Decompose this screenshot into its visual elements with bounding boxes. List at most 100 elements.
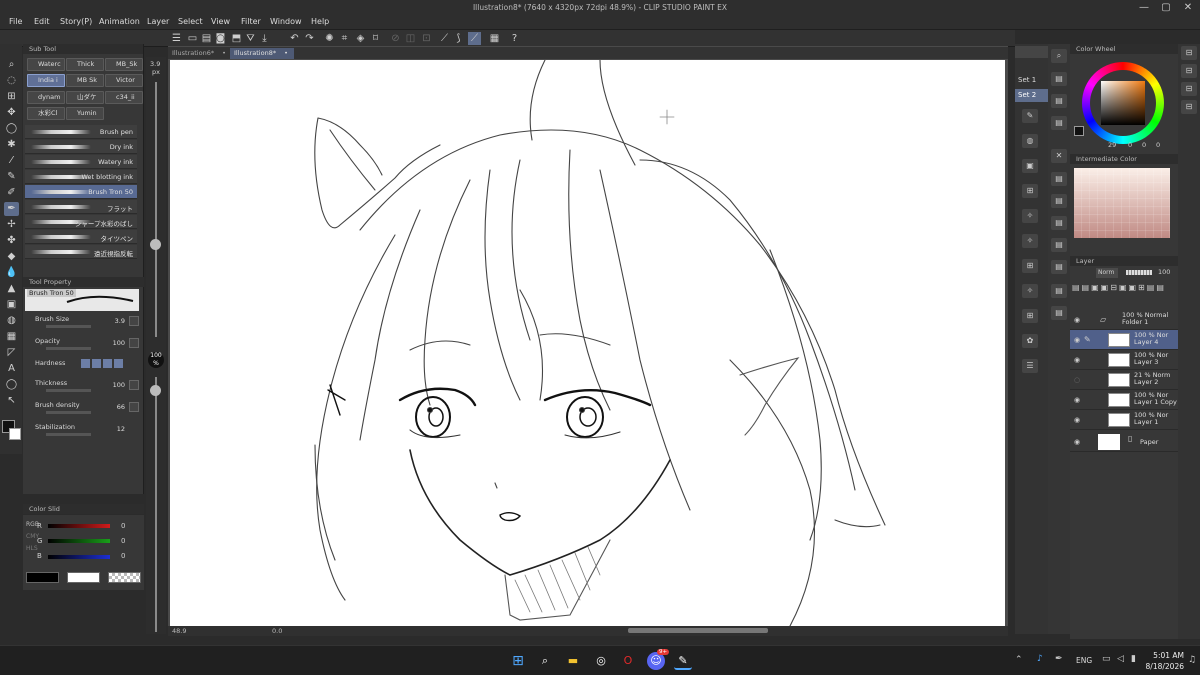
prop-slider[interactable] (46, 411, 91, 414)
subtool-chip[interactable]: 水彩Cl (27, 107, 65, 120)
panel-icon[interactable]: ▤ (1051, 260, 1067, 274)
brush-item[interactable]: Wet blotting ink (25, 170, 137, 184)
file-explorer-icon[interactable]: ▬ (564, 652, 582, 670)
frame-icon[interactable]: ▦ (4, 330, 19, 344)
pressure-icon[interactable] (129, 402, 139, 412)
search-icon[interactable]: ⌕ (1051, 49, 1067, 63)
loading-icon[interactable]: ✺ (323, 32, 336, 45)
opacity-slider-knob[interactable] (150, 385, 161, 396)
sparkle-shortcut-icon[interactable]: ✧ (1022, 209, 1038, 223)
clear-icon[interactable]: ⌗ (338, 32, 351, 45)
language-indicator[interactable]: ENG (1076, 656, 1092, 665)
hardness-step[interactable] (81, 359, 90, 368)
prop-slider[interactable] (46, 389, 91, 392)
layer-opacity-value[interactable]: 100 (1158, 268, 1170, 276)
angle-value[interactable]: 0.0 (272, 627, 282, 635)
panel-toggle-icon[interactable]: ⊟ (1181, 82, 1197, 96)
channel-value[interactable]: 0 (121, 552, 125, 560)
undo-icon[interactable]: ↶ (288, 32, 301, 45)
zoom-tool-icon[interactable]: ⌕ (4, 58, 19, 72)
snap-ruler-icon[interactable]: ⟋ (438, 32, 451, 45)
notification-bell-icon[interactable]: ♫ (1188, 655, 1196, 665)
panel-toggle-icon[interactable]: ⊟ (1181, 46, 1197, 60)
blue-slider[interactable] (48, 555, 110, 559)
menu-layer[interactable]: Layer (147, 17, 169, 26)
menu-filter[interactable]: Filter (241, 17, 261, 26)
deselect-icon[interactable]: ⊘ (389, 32, 402, 45)
brush-shortcut-icon[interactable]: ✎ (1022, 109, 1038, 123)
hardness-step[interactable] (92, 359, 101, 368)
import-icon[interactable]: ⬒ (230, 32, 243, 45)
menu-animation[interactable]: Animation (99, 17, 140, 26)
brush-item[interactable]: シャープ水彩のばし (25, 215, 137, 229)
quick-access-tab[interactable] (1015, 46, 1048, 58)
layer-row-selected[interactable]: ◉ ✎ 100 % Nor Layer 4 (1070, 330, 1178, 350)
brush-item[interactable]: Watery ink (25, 155, 137, 169)
layer-row[interactable]: ○ 21 % Norm Layer 2 (1070, 370, 1178, 390)
layer-row[interactable]: ◉ 100 % Nor Layer 3 (1070, 350, 1178, 370)
size-slider-track[interactable] (155, 82, 157, 337)
menu-help[interactable]: Help (311, 17, 329, 26)
layer-toolbar[interactable]: ▤▤▣▣⊟▣▣⊞▤▤ (1072, 283, 1176, 295)
color-value[interactable]: 0 (1142, 141, 1146, 149)
visibility-eye-icon[interactable]: ○ (1074, 376, 1080, 384)
subtool-chip-selected[interactable]: India i (27, 74, 65, 87)
prop-value[interactable]: 3.9 (115, 317, 125, 325)
decoration-icon[interactable]: ✤ (4, 234, 19, 248)
menu-view[interactable]: View (211, 17, 230, 26)
close-button[interactable]: ✕ (1182, 2, 1194, 14)
airbrush-icon[interactable]: ✢ (4, 218, 19, 232)
balloon-icon[interactable]: ◯ (4, 378, 19, 392)
layer-row[interactable]: ◉ 100 % Nor Layer 1 (1070, 410, 1178, 430)
brush-item[interactable]: Brush pen (25, 125, 137, 139)
menu-window[interactable]: Window (270, 17, 302, 26)
main-color-chip[interactable] (26, 572, 59, 583)
red-slider[interactable] (48, 524, 110, 528)
prop-slider[interactable] (46, 433, 91, 436)
mode-label[interactable]: HLS (26, 545, 38, 552)
export-icon[interactable]: ⤓ (258, 32, 271, 45)
sparkle-shortcut-icon[interactable]: ✧ (1022, 284, 1038, 298)
prop-value[interactable]: 66 (117, 403, 125, 411)
search-icon[interactable]: ⌕ (536, 652, 554, 670)
panel-icon[interactable]: ▤ (1051, 216, 1067, 230)
brush-density-row[interactable]: Brush density 66 (31, 400, 143, 418)
clock-date[interactable]: 8/18/2026 (1138, 662, 1184, 671)
redo-icon[interactable]: ↷ (303, 32, 316, 45)
brush-item[interactable]: タイツペン (25, 230, 137, 244)
opacity-slider-track[interactable] (155, 377, 157, 632)
layer-list-icon[interactable]: ☰ (1022, 359, 1038, 373)
panel-icon[interactable]: ▤ (1051, 306, 1067, 320)
set-1-tab[interactable]: Set 1 (1015, 74, 1048, 87)
microphone-icon[interactable]: ♪ (1037, 654, 1043, 664)
subtool-chip[interactable]: 山ダケ (66, 91, 104, 104)
menu-story[interactable]: Story(P) (60, 17, 92, 26)
sub-color-chip[interactable] (67, 572, 100, 583)
clip-studio-paint-icon[interactable]: ✎ (674, 652, 692, 670)
channel-value[interactable]: 0 (121, 522, 125, 530)
tab-close-icon[interactable]: • (284, 49, 288, 57)
stabilization-row[interactable]: Stabilization 12 (31, 422, 143, 440)
move-layer-icon[interactable]: ⊞ (4, 90, 19, 104)
prop-value[interactable]: 100 (113, 381, 125, 389)
size-slider-knob[interactable] (150, 239, 161, 250)
sub-color-swatch[interactable] (9, 428, 21, 440)
panel-toggle-icon[interactable]: ⊟ (1181, 100, 1197, 114)
gradient-icon[interactable]: ▣ (4, 298, 19, 312)
panel-icon[interactable]: ▤ (1051, 194, 1067, 208)
prop-slider[interactable] (46, 347, 91, 350)
prop-value[interactable]: 100 (113, 339, 125, 347)
layer-row[interactable]: ◉ 100 % Nor Layer 1 Copy (1070, 390, 1178, 410)
current-color-swatch[interactable] (1074, 126, 1084, 136)
panel-icon[interactable]: ▤ (1051, 72, 1067, 86)
fill-shortcut-icon[interactable]: ◍ (1022, 134, 1038, 148)
prop-slider[interactable] (46, 325, 91, 328)
subtool-chip[interactable]: Victor (105, 74, 143, 87)
visibility-eye-icon[interactable]: ◉ (1074, 356, 1080, 364)
minimize-button[interactable]: — (1138, 2, 1150, 14)
color-value[interactable]: 0 (1128, 141, 1132, 149)
snap-grid-icon[interactable]: ⟋ (468, 32, 481, 45)
visibility-eye-icon[interactable]: ◉ (1074, 316, 1080, 324)
fill-icon[interactable]: ⛛ (244, 32, 257, 45)
subtool-chip[interactable]: Waterc (27, 58, 65, 71)
